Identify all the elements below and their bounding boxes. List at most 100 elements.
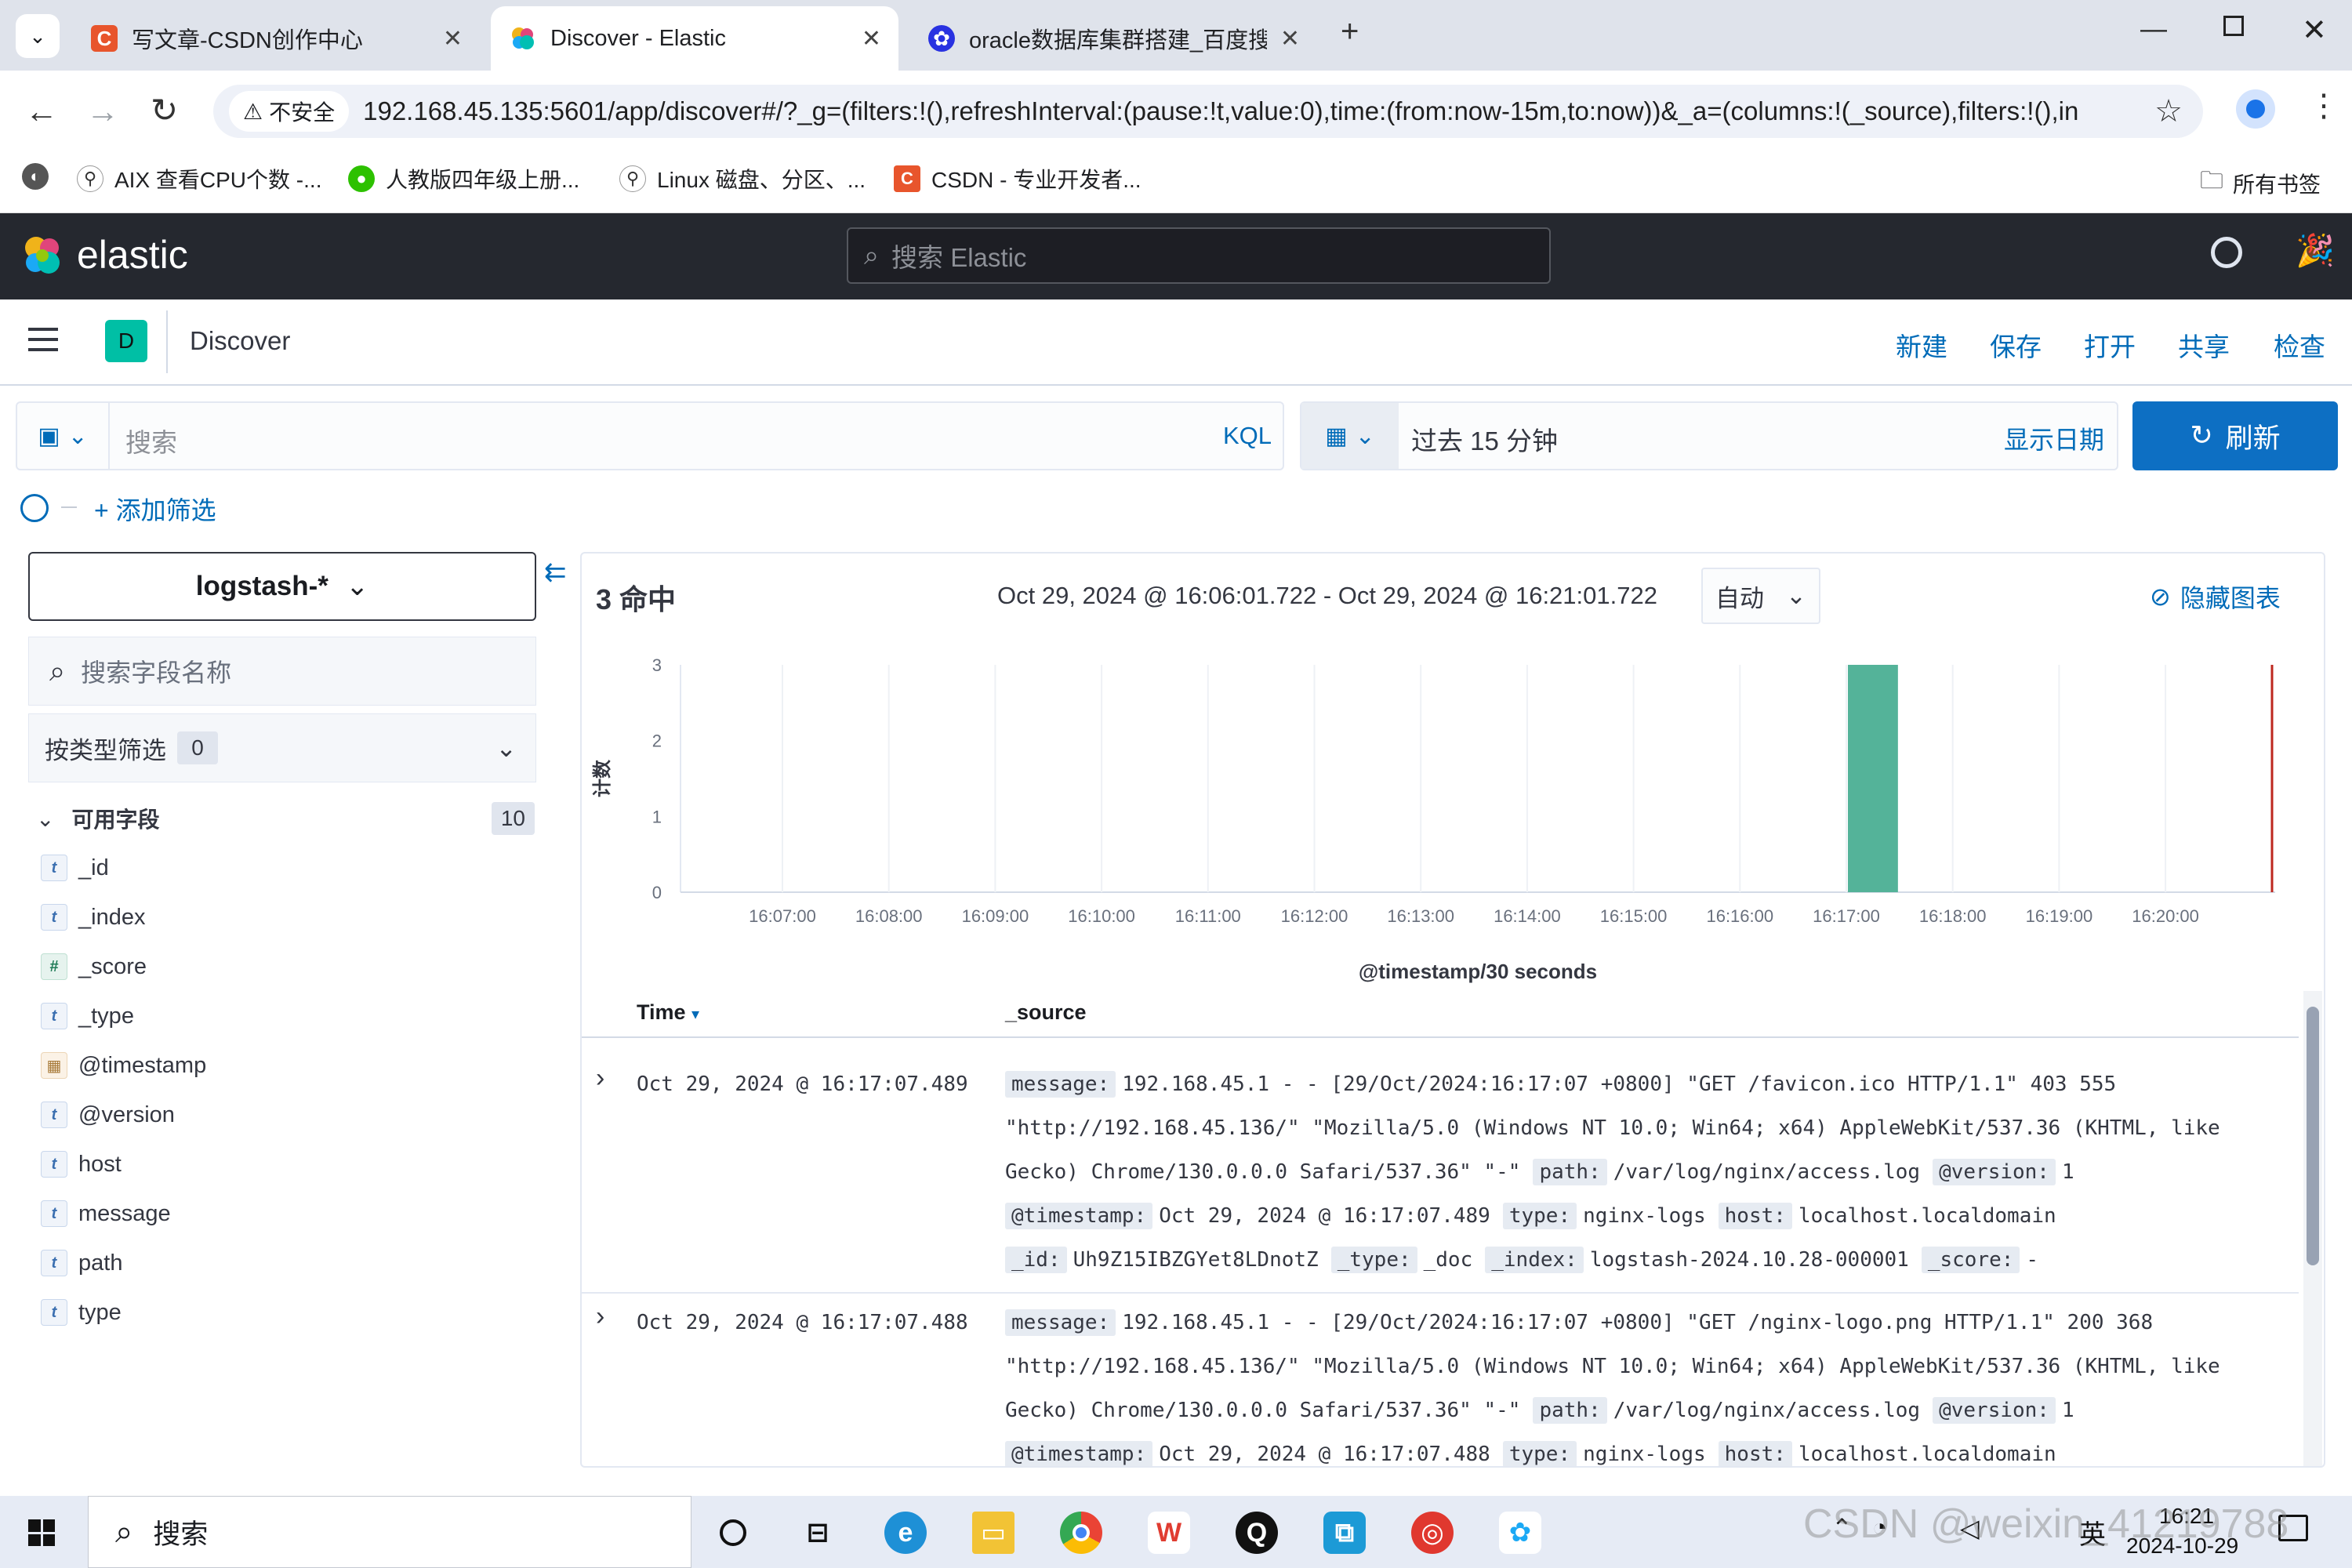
source-line: Gecko) Chrome/130.0.0.0 Safari/537.36" "… (1005, 1397, 2087, 1424)
save-button[interactable]: 保存 (1990, 326, 2042, 364)
wps-icon[interactable]: W (1148, 1512, 1190, 1554)
show-dates-button[interactable]: 显示日期 (2004, 420, 2104, 456)
bookmark-item[interactable]: ● 人教版四年级上册... (348, 163, 579, 194)
url-text: 192.168.45.135:5601/app/discover#/?_g=(f… (363, 96, 2081, 125)
qq-icon[interactable]: Q (1236, 1512, 1278, 1554)
number-field-icon: # (41, 953, 67, 980)
source-line: message: 192.168.45.1 - - [29/Oct/2024:16… (1005, 1071, 2129, 1098)
share-button[interactable]: 共享 (2178, 326, 2230, 364)
x-tick-label: 16:08:00 (855, 906, 923, 926)
windows-start-icon[interactable] (28, 1519, 55, 1546)
global-search-input[interactable]: ⌕ 搜索 Elastic (847, 227, 1551, 284)
edge-icon[interactable]: e (884, 1512, 927, 1554)
source-field-value: Uh9Z15IBZGYet8LDnotZ (1073, 1248, 1319, 1272)
browser-menu-icon[interactable]: ⋮ (2308, 88, 2339, 124)
time-range-label[interactable]: 过去 15 分钟 (1411, 420, 1558, 458)
minimize-button[interactable]: — (2140, 14, 2167, 45)
apps-icon[interactable]: ◐ (22, 163, 49, 190)
scrollbar-thumb[interactable] (2307, 1007, 2319, 1265)
field-item-timestamp[interactable]: ▦ @timestamp (41, 1046, 206, 1085)
app-title[interactable]: Discover (190, 326, 290, 356)
table-row[interactable]: › Oct 29, 2024 @ 16:17:07.488 message: 192.… (582, 1294, 2299, 1466)
field-item-version[interactable]: t @version (41, 1095, 175, 1134)
bookmark-item[interactable]: ⚲ Linux 磁盘、分区、... (619, 163, 866, 194)
file-explorer-icon[interactable]: ▭ (972, 1512, 1014, 1554)
field-item-type[interactable]: t type (41, 1293, 122, 1332)
reload-button[interactable]: ↻ (151, 91, 178, 129)
field-name: _index (78, 904, 146, 930)
forward-button[interactable]: → (86, 93, 119, 130)
back-button[interactable]: ← (25, 93, 58, 130)
interval-select[interactable]: 自动 ⌄ (1701, 568, 1820, 624)
taskbar-search-box[interactable]: ⌕ 搜索 (88, 1496, 691, 1568)
collapse-sidebar-icon[interactable]: ⇇ (544, 557, 567, 588)
time-column-header[interactable]: Time ▾ (637, 1000, 699, 1025)
expand-row-icon[interactable]: › (596, 1301, 604, 1332)
site-info-button[interactable]: ⚠ 不安全 (229, 91, 350, 132)
x-tick-label: 16:12:00 (1281, 906, 1348, 926)
field-search-input[interactable]: ⌕ 搜索字段名称 (28, 637, 536, 706)
address-bar[interactable]: ⚠ 不安全 192.168.45.135:5601/app/discover#/… (213, 85, 2203, 138)
space-avatar[interactable]: D (105, 320, 147, 362)
wechat-icon: ● (348, 165, 375, 192)
news-feed-icon[interactable]: 🎉 (2296, 232, 2335, 269)
bookmark-item[interactable]: ⚲ AIX 查看CPU个数 -... (77, 163, 321, 194)
cortana-icon[interactable] (712, 1512, 754, 1554)
bookmark-item[interactable]: C CSDN - 专业开发者... (894, 163, 1142, 194)
close-window-button[interactable]: ✕ (2302, 13, 2327, 48)
profile-avatar[interactable] (2236, 89, 2275, 129)
source-field-key: _index: (1485, 1247, 1584, 1273)
close-tab-icon[interactable]: ✕ (1280, 25, 1300, 53)
field-item-score[interactable]: # _score (41, 947, 147, 986)
task-view-icon[interactable]: ⊟ (797, 1512, 839, 1554)
close-tab-icon[interactable]: ✕ (443, 25, 463, 53)
string-field-icon: t (41, 1299, 67, 1326)
kql-toggle[interactable]: KQL (1223, 422, 1272, 450)
source-field-value: "http://192.168.45.136/" "Mozilla/5.0 (W… (1005, 1355, 2220, 1378)
bookmark-star-icon[interactable]: ☆ (2154, 93, 2183, 129)
search-icon: ⌕ (49, 654, 66, 687)
query-input[interactable]: 搜索 (125, 422, 177, 459)
table-scrollbar[interactable] (2303, 991, 2322, 1466)
remote-desktop-icon[interactable]: ⧉ (1323, 1512, 1366, 1554)
tab-csdn[interactable]: C 写文章-CSDN创作中心 ✕ (72, 6, 480, 71)
source-line: @timestamp: Oct 29, 2024 @ 16:17:07.489 ty… (1005, 1203, 2069, 1229)
field-item-index[interactable]: t _index (41, 898, 145, 937)
xshell-icon[interactable]: ◎ (1411, 1512, 1454, 1554)
tab-baidu[interactable]: ✿ oracle数据库集群搭建_百度搜 ✕ (909, 6, 1317, 71)
elastic-logo-icon[interactable] (20, 234, 64, 281)
restore-button[interactable] (2223, 16, 2244, 36)
inspect-button[interactable]: 检查 (2274, 326, 2325, 364)
all-bookmarks-button[interactable]: 🗀 所有书签 (2200, 163, 2321, 203)
hamburger-menu-icon[interactable] (28, 328, 58, 351)
elastic-taskbar-icon[interactable]: ✿ (1499, 1512, 1541, 1554)
field-item-id[interactable]: t _id (41, 848, 109, 887)
elastic-logo-text[interactable]: elastic (77, 232, 188, 278)
open-button[interactable]: 打开 (2084, 326, 2136, 364)
new-button[interactable]: 新建 (1896, 326, 1947, 364)
close-tab-icon[interactable]: ✕ (862, 25, 881, 53)
table-row[interactable]: › Oct 29, 2024 @ 16:17:07.489 message: 192.… (582, 1055, 2299, 1294)
field-item-type[interactable]: t _type (41, 996, 134, 1036)
field-item-path[interactable]: t path (41, 1243, 122, 1283)
type-filter-button[interactable]: 按类型筛选 0 ⌄ (28, 713, 536, 782)
tab-discover[interactable]: Discover - Elastic ✕ (491, 6, 898, 71)
chrome-icon[interactable] (1060, 1512, 1102, 1554)
field-item-host[interactable]: t host (41, 1145, 122, 1184)
help-icon[interactable] (2211, 237, 2242, 268)
date-quick-menu-button[interactable]: ▦ ⌄ (1301, 403, 1399, 469)
expand-row-icon[interactable]: › (596, 1063, 604, 1094)
time-range-text: Oct 29, 2024 @ 16:06:01.722 - Oct 29, 20… (997, 582, 1657, 609)
refresh-button[interactable]: ↻ 刷新 (2132, 401, 2338, 470)
x-tick-label: 16:09:00 (962, 906, 1029, 926)
field-item-message[interactable]: t message (41, 1194, 171, 1233)
tab-search-button[interactable]: ⌄ (16, 14, 60, 58)
filter-menu-icon[interactable] (20, 494, 49, 522)
calendar-field-icon: ▦ (41, 1052, 67, 1079)
add-filter-button[interactable]: + 添加筛选 (94, 491, 216, 527)
available-fields-toggle[interactable]: ⌄ 可用字段 10 (36, 801, 538, 836)
new-tab-button[interactable]: + (1341, 14, 1359, 49)
hide-chart-button[interactable]: ⊘ 隐藏图表 (2150, 579, 2281, 615)
index-pattern-selector[interactable]: logstash-* ⌄ (28, 552, 536, 621)
saved-query-button[interactable]: ▣ ⌄ (17, 403, 110, 469)
